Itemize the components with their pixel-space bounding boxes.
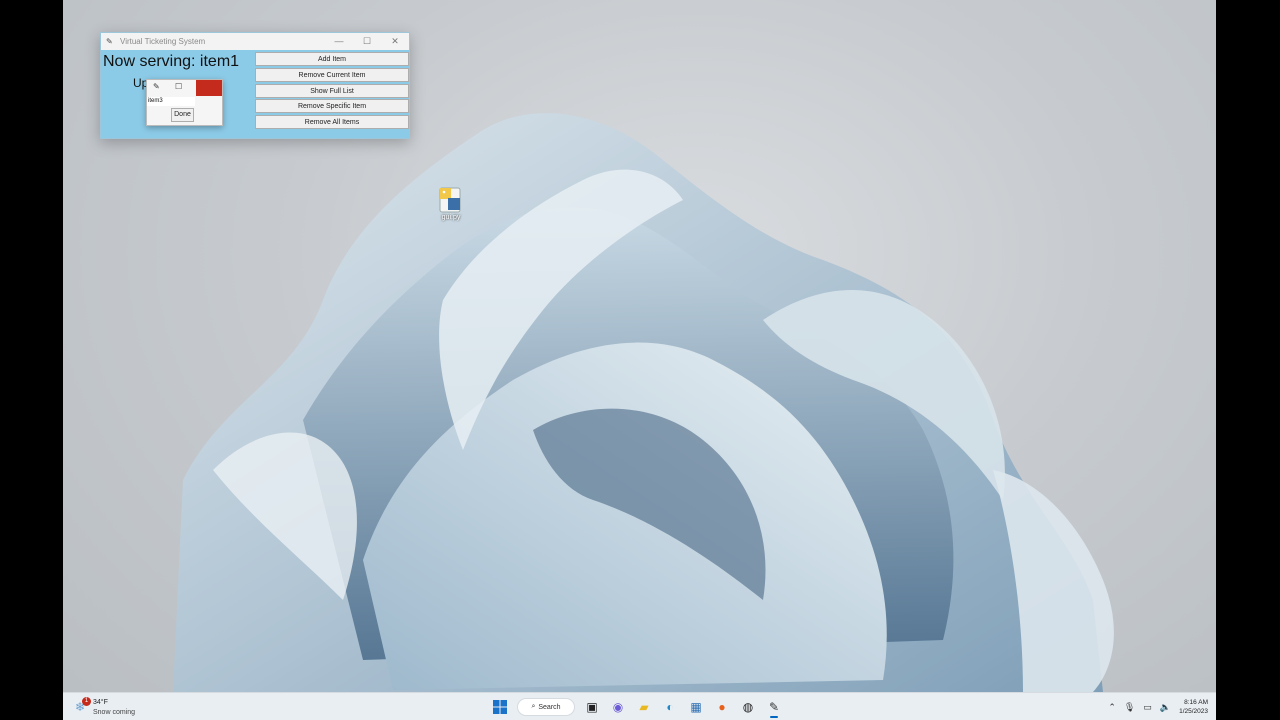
python-file-icon: [438, 186, 464, 214]
done-button[interactable]: Done: [171, 108, 194, 122]
temperature-label: 34°F: [93, 699, 108, 706]
add-item-button[interactable]: Add Item: [255, 52, 409, 66]
input-dialog: ✎ ☐ item3 Done: [146, 79, 223, 126]
feather-icon: ✎: [153, 82, 160, 91]
firefox-icon[interactable]: ●: [713, 698, 731, 716]
taskbar-apps: ⌕ Search ▣ ◉ ▰ ◐ ▦ ● ◍ ✎: [491, 696, 783, 718]
start-icon[interactable]: [491, 698, 509, 716]
chevron-up-icon[interactable]: ⌃: [1108, 702, 1116, 713]
item-input[interactable]: item3: [147, 97, 195, 106]
network-icon[interactable]: ▭: [1143, 702, 1152, 713]
button-column: Add Item Remove Current Item Show Full L…: [255, 52, 409, 131]
store-icon[interactable]: ▦: [687, 698, 705, 716]
search-box[interactable]: ⌕ Search: [517, 698, 575, 716]
task-view-icon[interactable]: ▣: [583, 698, 601, 716]
file-label: gui.py: [441, 214, 461, 221]
volume-icon[interactable]: 🔈: [1160, 702, 1171, 713]
microphone-icon[interactable]: 🎙: [1124, 702, 1135, 713]
taskbar: ❄ 1 34°F Snow coming ⌕ Search ▣ ◉ ▰ ◐ ▦ …: [63, 692, 1216, 720]
now-serving-label: Now serving: item1: [103, 53, 240, 70]
window-title: Virtual Ticketing System: [120, 37, 206, 46]
date-label: 1/25/2023: [1179, 708, 1208, 715]
desktop: ✎ Virtual Ticketing System — ☐ ✕ Now ser…: [63, 0, 1216, 720]
time-label: 8:16 AM: [1184, 699, 1208, 706]
obs-icon[interactable]: ◍: [739, 698, 757, 716]
remove-specific-item-button[interactable]: Remove Specific Item: [255, 99, 409, 114]
close-icon[interactable]: ✕: [381, 33, 409, 50]
desktop-file-icon[interactable]: gui.py: [433, 186, 469, 221]
clock[interactable]: 8:16 AM 1/25/2023: [1179, 698, 1208, 716]
file-explorer-icon[interactable]: ▰: [635, 698, 653, 716]
maximize-icon[interactable]: ☐: [353, 33, 381, 50]
remove-all-items-button[interactable]: Remove All Items: [255, 115, 409, 130]
notification-badge: 1: [82, 697, 91, 706]
python-feather-icon[interactable]: ✎: [765, 698, 783, 718]
chat-icon[interactable]: ◉: [609, 698, 627, 716]
maximize-icon[interactable]: ☐: [175, 82, 182, 91]
edge-icon[interactable]: ◐: [661, 698, 679, 716]
search-label: Search: [538, 703, 561, 711]
close-button[interactable]: [196, 80, 222, 96]
search-icon: ⌕: [531, 703, 536, 710]
system-tray: ⌃ 🎙 ▭ 🔈 8:16 AM 1/25/2023: [1108, 696, 1208, 718]
minimize-icon[interactable]: —: [325, 33, 353, 50]
weather-description: Snow coming: [93, 709, 136, 716]
show-full-list-button[interactable]: Show Full List: [255, 83, 409, 98]
dialog-titlebar[interactable]: ✎ ☐: [147, 80, 222, 96]
feather-icon: ✎: [106, 37, 113, 46]
remove-current-item-button[interactable]: Remove Current Item: [255, 67, 409, 82]
weather-widget[interactable]: ❄ 1 34°F Snow coming: [75, 696, 155, 718]
window-titlebar[interactable]: ✎ Virtual Ticketing System — ☐ ✕: [101, 33, 409, 50]
